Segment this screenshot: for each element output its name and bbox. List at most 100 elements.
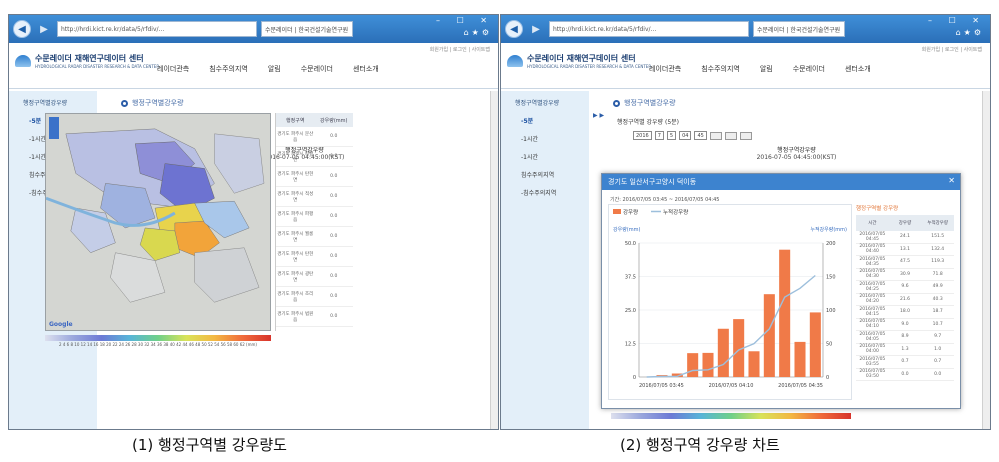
table-row[interactable]: 경기도 파주시 조리읍 0.0 bbox=[276, 287, 353, 307]
logo-mark-icon bbox=[507, 55, 523, 67]
site-logo[interactable]: 수문레이더 재해연구데이터 센터 HYDROLOGICAL RADAR DISA… bbox=[15, 53, 159, 69]
y2-axis-label: 누적강우량(mm) bbox=[810, 226, 847, 233]
table-row[interactable]: 경기도 파주시 월롱면 0.0 bbox=[276, 227, 353, 247]
logo-subtitle: HYDROLOGICAL RADAR DISASTER RESEARCH & D… bbox=[35, 64, 160, 69]
nav-item[interactable]: 알림 bbox=[760, 64, 773, 74]
forward-button[interactable]: ▶ bbox=[527, 20, 545, 38]
sidebar-item-flood[interactable]: 침수주의지역 bbox=[501, 161, 589, 179]
datetime-controls: 2016 7 5 04 45 bbox=[633, 131, 980, 140]
table-row[interactable]: 2016/07/05 04:10 9.0 10.7 bbox=[856, 319, 954, 331]
vertical-scrollbar[interactable] bbox=[982, 91, 990, 429]
screenshot-rainfall-chart: ◀ ▶ http://hrdi.kict.re.kr/data/5/rfdiv/… bbox=[500, 14, 991, 430]
table-row[interactable]: 2016/07/05 04:45 24.1 151.5 bbox=[856, 231, 954, 244]
utility-links[interactable]: 회원가입 | 로그인 | 사이트맵 bbox=[430, 46, 490, 53]
year-select[interactable]: 2016 bbox=[633, 131, 652, 140]
cell-rain: 0.0 bbox=[330, 214, 338, 219]
table-row[interactable]: 경기도 파주시 파평면 0.0 bbox=[276, 147, 353, 167]
close-icon[interactable]: ✕ bbox=[948, 176, 955, 185]
sidebar-item-1hour-alt[interactable]: -1시간 bbox=[501, 143, 589, 161]
minute-select[interactable]: 45 bbox=[694, 131, 707, 140]
zoom-control[interactable] bbox=[49, 117, 59, 139]
cell-rain: 0.0 bbox=[330, 134, 338, 139]
back-button[interactable]: ◀ bbox=[505, 20, 523, 38]
nav-item[interactable]: 알림 bbox=[268, 64, 281, 74]
nav-item[interactable]: 수문레이더 bbox=[301, 64, 333, 74]
table-row[interactable]: 경기도 파주시 탄현면 0.0 bbox=[276, 247, 353, 267]
table-row[interactable]: 2016/07/05 04:00 1.3 1.0 bbox=[856, 344, 954, 356]
table-row[interactable]: 2016/07/05 03:55 0.7 0.7 bbox=[856, 356, 954, 369]
vertical-scrollbar[interactable] bbox=[490, 91, 498, 429]
rainfall-map[interactable]: Google bbox=[45, 113, 271, 331]
cell-rain: 13.1 bbox=[899, 246, 911, 252]
legend-swatch-rain bbox=[613, 209, 621, 214]
browser-tab[interactable]: 수문레이더 | 한국건설기술연구원 bbox=[261, 21, 353, 37]
cell-rain: 21.6 bbox=[899, 296, 911, 302]
cell-cum: 10.7 bbox=[932, 321, 943, 327]
cell-cum: 0.0 bbox=[934, 371, 942, 377]
sidebar-title[interactable]: 행정구역별강우량 bbox=[9, 91, 97, 107]
cell-cum: 40.3 bbox=[932, 296, 943, 302]
window-controls[interactable]: – ☐ ✕ bbox=[436, 16, 494, 25]
caption-right: (2) 행정구역 강우량 차트 bbox=[620, 436, 780, 454]
prev-button[interactable] bbox=[724, 131, 737, 140]
cell-rain: 0.0 bbox=[330, 194, 338, 199]
table-row[interactable]: 2016/07/05 04:30 30.9 71.8 bbox=[856, 269, 954, 281]
popup-header: 경기도 일산서구고양시 덕이동 ✕ bbox=[602, 174, 960, 190]
cell-rain: 9.0 bbox=[901, 321, 909, 327]
sidebar-item-flood-sub[interactable]: -침수주의지역 bbox=[501, 179, 589, 197]
table-row[interactable]: 경기도 파주시 파평읍 0.0 bbox=[276, 207, 353, 227]
nav-item[interactable]: 레이더관측 bbox=[157, 64, 189, 74]
cell-cum: 49.9 bbox=[932, 284, 943, 290]
table-row[interactable]: 2016/07/05 04:05 8.9 9.7 bbox=[856, 331, 954, 344]
cell-region: 경기도 파주시 파평면 bbox=[277, 151, 314, 163]
expand-arrows-icon[interactable]: ▶ ▶ bbox=[593, 112, 604, 119]
table-row[interactable]: 경기도 파주시 탄현면 0.0 bbox=[276, 167, 353, 187]
color-legend-bar bbox=[45, 335, 271, 341]
nav-item[interactable]: 레이더관측 bbox=[649, 64, 681, 74]
forward-button[interactable]: ▶ bbox=[35, 20, 53, 38]
search-button[interactable] bbox=[709, 131, 722, 140]
cell-time: 2016/07/05 04:35 bbox=[859, 256, 886, 267]
table-row[interactable]: 경기도 파주시 문산읍 0.0 bbox=[276, 127, 353, 147]
address-bar[interactable]: http://hrdi.kict.re.kr/data/5/rfdiv/... bbox=[549, 21, 749, 37]
col-rain: 강우량 bbox=[898, 221, 912, 226]
sidebar-item-5min[interactable]: -5분 bbox=[501, 107, 589, 125]
cell-time: 2016/07/05 04:10 bbox=[859, 319, 886, 330]
next-button[interactable] bbox=[739, 131, 752, 140]
home-star-gear-icons[interactable]: ⌂★⚙ bbox=[956, 28, 984, 37]
sidebar-item-1hour[interactable]: -1시간 bbox=[501, 125, 589, 143]
home-star-gear-icons[interactable]: ⌂★⚙ bbox=[464, 28, 492, 37]
utility-links[interactable]: 회원가입 | 로그인 | 사이트맵 bbox=[922, 46, 982, 53]
hour-select[interactable]: 04 bbox=[679, 131, 692, 140]
table-row[interactable]: 경기도 파주시 법원읍 0.0 bbox=[276, 307, 353, 327]
nav-item[interactable]: 센터소개 bbox=[845, 64, 871, 74]
table-row[interactable]: 2016/07/05 04:40 13.1 132.4 bbox=[856, 244, 954, 256]
address-bar[interactable]: http://hrdi.kict.re.kr/data/5/rfdiv/... bbox=[57, 21, 257, 37]
nav-item[interactable]: 센터소개 bbox=[353, 64, 379, 74]
table-row[interactable]: 2016/07/05 04:35 47.5 119.3 bbox=[856, 256, 954, 269]
bar-rainfall bbox=[687, 353, 699, 377]
table-row[interactable]: 2016/07/05 04:25 9.6 49.9 bbox=[856, 281, 954, 294]
table-row[interactable]: 경기도 파주시 적성면 0.0 bbox=[276, 187, 353, 207]
table-row[interactable]: 경기도 파주시 광탄면 0.0 bbox=[276, 267, 353, 287]
table-row[interactable]: 2016/07/05 04:15 18.0 18.7 bbox=[856, 306, 954, 319]
month-select[interactable]: 7 bbox=[654, 131, 664, 140]
map-timestamp: 2016-07-05 04:45:00(KST) bbox=[756, 154, 837, 161]
day-select[interactable]: 5 bbox=[666, 131, 677, 140]
table-row[interactable]: 2016/07/05 03:50 0.0 0.0 bbox=[856, 369, 954, 381]
nav-item[interactable]: 수문레이더 bbox=[793, 64, 825, 74]
browser-tab[interactable]: 수문레이더 | 한국건설기술연구원 bbox=[753, 21, 845, 37]
site-logo[interactable]: 수문레이더 재해연구데이터 센터 HYDROLOGICAL RADAR DISA… bbox=[507, 53, 651, 69]
col-cum: 누적강우량 bbox=[927, 221, 949, 226]
bar-rainfall bbox=[748, 351, 760, 377]
cell-cum: 132.4 bbox=[931, 246, 945, 252]
bar-rainfall bbox=[717, 328, 729, 377]
window-controls[interactable]: – ☐ ✕ bbox=[928, 16, 986, 25]
sidebar-title[interactable]: 행정구역별강우량 bbox=[501, 91, 589, 107]
table-row[interactable]: 2016/07/05 04:20 21.6 40.3 bbox=[856, 294, 954, 306]
cell-rain: 0.0 bbox=[330, 154, 338, 159]
x-tick-label: 2016/07/05 03:45 bbox=[639, 383, 684, 389]
back-button[interactable]: ◀ bbox=[13, 20, 31, 38]
nav-item[interactable]: 침수주의지역 bbox=[701, 64, 740, 74]
nav-item[interactable]: 침수주의지역 bbox=[209, 64, 248, 74]
